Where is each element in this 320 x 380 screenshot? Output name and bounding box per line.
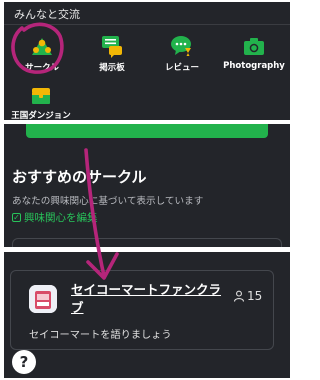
circle-card[interactable]: セイコーマートファンクラブ 15 セイコーマートを語りましょう <box>10 270 274 350</box>
circle-name[interactable]: セイコーマートファンクラブ <box>71 281 229 317</box>
app-label: レビュー <box>164 63 199 73</box>
app-circle[interactable]: サークル <box>10 34 74 73</box>
app-label: Photography <box>223 61 285 71</box>
edit-interests-label: 興味関心を編集 <box>24 212 98 224</box>
app-photography[interactable]: Photography <box>222 34 286 71</box>
recommend-title: おすすめのサークル <box>12 168 147 186</box>
circle-image-icon <box>29 285 57 313</box>
bulletin-board-icon <box>102 36 122 58</box>
recommend-panel: おすすめのサークル あなたの興味関心に基づいて表示しています ✓ 興味関心を編集 <box>4 124 290 247</box>
member-count-value: 15 <box>247 289 263 303</box>
circle-thumbnail <box>29 285 57 313</box>
card-edge <box>12 238 282 247</box>
camera-icon <box>244 38 264 55</box>
app-bulletin-board[interactable]: 掲示板 <box>80 34 144 73</box>
checkbox-icon: ✓ <box>12 212 21 222</box>
treasure-chest-icon <box>32 88 50 104</box>
circle-people-icon <box>32 38 52 55</box>
app-label: 掲示板 <box>99 63 125 73</box>
app-kingdom-dungeon[interactable]: 王国ダンジョン <box>6 84 76 121</box>
circle-list-panel: セイコーマートファンクラブ 15 セイコーマートを語りましょう ? <box>4 252 290 378</box>
app-label: サークル <box>25 63 59 73</box>
community-app-panel: みんなと交流 サークル 掲示板 レビュー Photography 王国ダンジョン <box>4 2 290 121</box>
recommend-description: あなたの興味関心に基づいて表示しています <box>12 196 204 207</box>
app-label: 王国ダンジョン <box>11 111 71 121</box>
review-chat-icon <box>171 36 191 56</box>
green-action-button[interactable] <box>26 124 268 138</box>
section-title: みんなと交流 <box>14 8 80 21</box>
app-review[interactable]: レビュー <box>150 34 214 73</box>
divider <box>4 24 290 25</box>
person-icon <box>233 290 245 302</box>
member-count: 15 <box>233 289 262 303</box>
circle-description: セイコーマートを語りましょう <box>29 330 172 341</box>
help-button[interactable]: ? <box>12 350 36 374</box>
edit-interests-link[interactable]: ✓ 興味関心を編集 <box>12 210 98 225</box>
